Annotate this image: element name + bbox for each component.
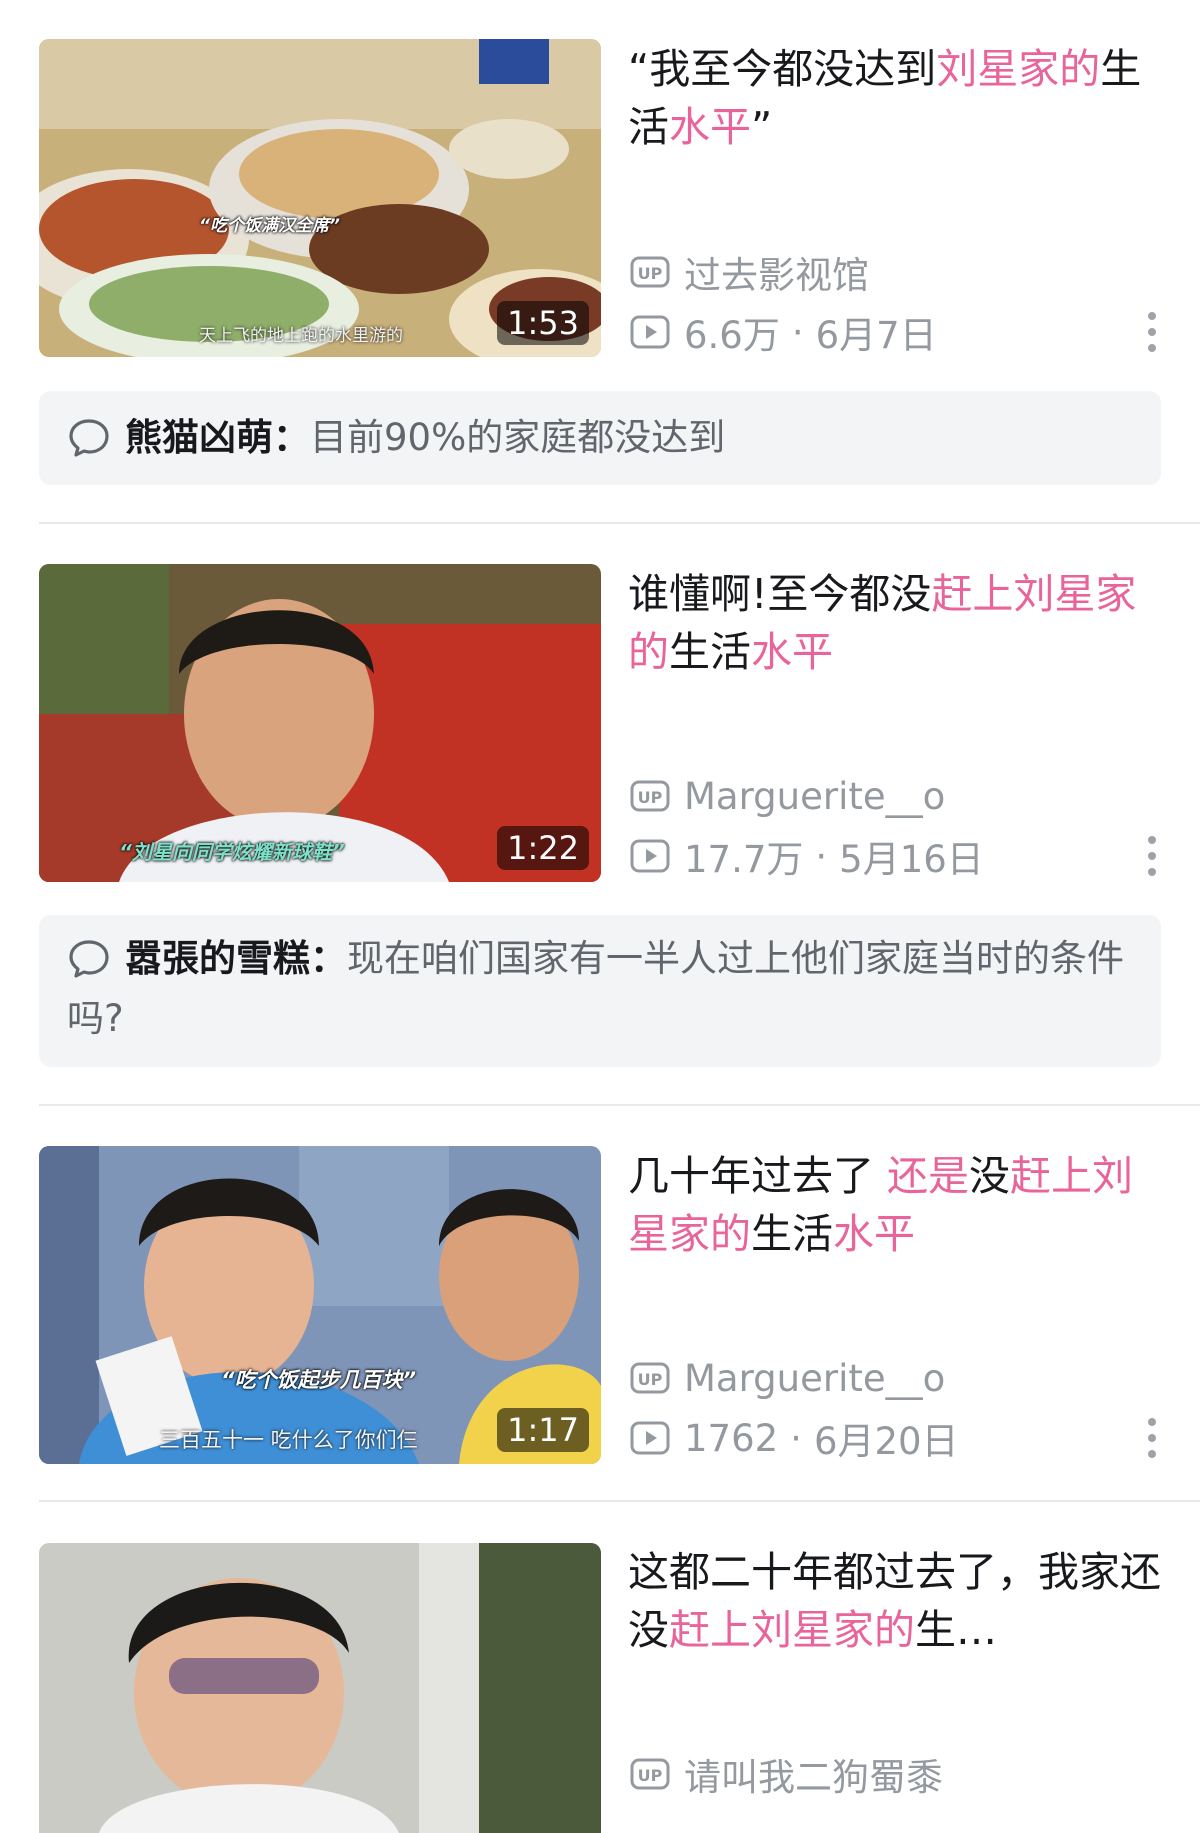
up-badge-icon: UP [630,1362,670,1394]
comment-icon [69,419,109,457]
separator-dot: · [791,310,804,354]
title-part-highlight: 水平 [833,1210,915,1258]
uploader-name: 过去影视馆 [684,254,869,297]
play-count-icon [630,1421,670,1455]
more-options-icon[interactable] [1146,836,1158,876]
separator-dot: · [790,1416,802,1460]
title-part-highlight: 水平 [751,628,833,676]
title-part: “我至今都没达到 [628,45,937,93]
view-count: 6.6万 [684,314,780,357]
video-title[interactable]: 这都二十年都过去了，我家还没赶上刘星家的生… [628,1543,1168,1659]
comment-author: 熊猫凶萌： [125,416,310,459]
uploader-name: Marguerite__o [684,1356,946,1400]
video-thumbnail[interactable] [39,1543,601,1833]
uploader-name: 请叫我二狗蜀黍 [684,1756,943,1799]
video-thumbnail[interactable]: “刘星向同学炫耀新球鞋” 1:22 [39,564,601,882]
video-title[interactable]: 谁懂啊!至今都没赶上刘星家的生活水平 [628,565,1168,681]
stats-row: 6.6万 · 6月7日 [630,310,937,357]
thumbnail-subtitle: “吃个饭起步几百块” [221,1368,417,1392]
title-part: 几十年过去了 [628,1152,888,1200]
uploader-row[interactable]: UP 请叫我二狗蜀黍 [630,1752,943,1799]
title-part: 没 [969,1152,1011,1200]
card-divider [39,1104,1200,1106]
title-part-highlight: 还是 [887,1152,970,1200]
play-count-icon [630,315,670,349]
title-part-highlight: 水平 [669,103,751,151]
more-options-icon[interactable] [1146,1418,1158,1458]
comment-text: 目前90%的家庭都没达到 [310,416,726,459]
video-duration: 1:17 [497,1408,589,1452]
video-title[interactable]: 几十年过去了 还是没赶上刘星家的生活水平 [628,1147,1168,1263]
view-count: 1762 [684,1416,779,1460]
title-part: 生活 [669,628,751,676]
uploader-row[interactable]: UP Marguerite__o [630,774,945,818]
title-part: ” [751,103,773,151]
up-badge-icon: UP [630,1758,670,1790]
more-options-icon[interactable] [1146,312,1158,352]
thumbnail-subtitle: “刘星向同学炫耀新球鞋” [119,840,345,864]
svg-text:UP: UP [638,1370,663,1389]
svg-text:UP: UP [638,788,663,807]
uploader-row[interactable]: UP Marguerite__o [630,1356,945,1400]
hot-comment[interactable]: 熊猫凶萌：目前90%的家庭都没达到 [39,391,1161,485]
thumbnail-caption: 三百五十一 吃什么了你们仨 [159,1428,418,1452]
thumbnail-subtitle: “吃个饭满汉全席” [199,216,340,236]
card-divider [39,522,1200,524]
video-duration: 1:22 [497,826,589,870]
title-part-highlight: 赶上刘星家的 [669,1606,915,1654]
title-part: 生活 [751,1210,833,1258]
thumbnail-image-girl [39,1543,601,1833]
svg-text:UP: UP [638,1766,663,1785]
video-duration: 1:53 [497,301,589,345]
up-badge-icon: UP [630,780,670,812]
stats-row: 17.7万 · 5月16日 [630,834,984,881]
separator-dot: · [815,834,828,878]
up-badge-icon: UP [630,256,670,288]
uploader-row[interactable]: UP 过去影视馆 [630,250,869,297]
play-count-icon [630,839,670,873]
upload-date: 5月16日 [839,838,984,881]
title-part: 生… [915,1606,997,1654]
comment-author: 嚣張的雪糕： [125,937,347,980]
title-part-highlight: 刘星家的 [936,45,1101,93]
video-thumbnail[interactable]: “吃个饭满汉全席” 天上飞的地上跑的水里游的 1:53 [39,39,601,357]
upload-date: 6月20日 [813,1420,959,1463]
comment-icon [69,940,109,978]
upload-date: 6月7日 [815,314,937,357]
video-title[interactable]: “我至今都没达到刘星家的生活水平” [628,40,1168,156]
view-count: 17.7万 [684,838,804,881]
uploader-name: Marguerite__o [684,774,946,818]
card-divider [39,1500,1200,1502]
svg-text:UP: UP [638,264,663,283]
thumbnail-caption: 天上飞的地上跑的水里游的 [199,326,403,346]
title-part: 谁懂啊!至今都没 [628,570,932,618]
hot-comment[interactable]: 嚣張的雪糕：现在咱们国家有一半人过上他们家庭当时的条件吗? [39,915,1161,1067]
stats-row: 1762 · 6月20日 [630,1416,959,1463]
video-thumbnail[interactable]: “吃个饭起步几百块” 三百五十一 吃什么了你们仨 1:17 [39,1146,601,1464]
